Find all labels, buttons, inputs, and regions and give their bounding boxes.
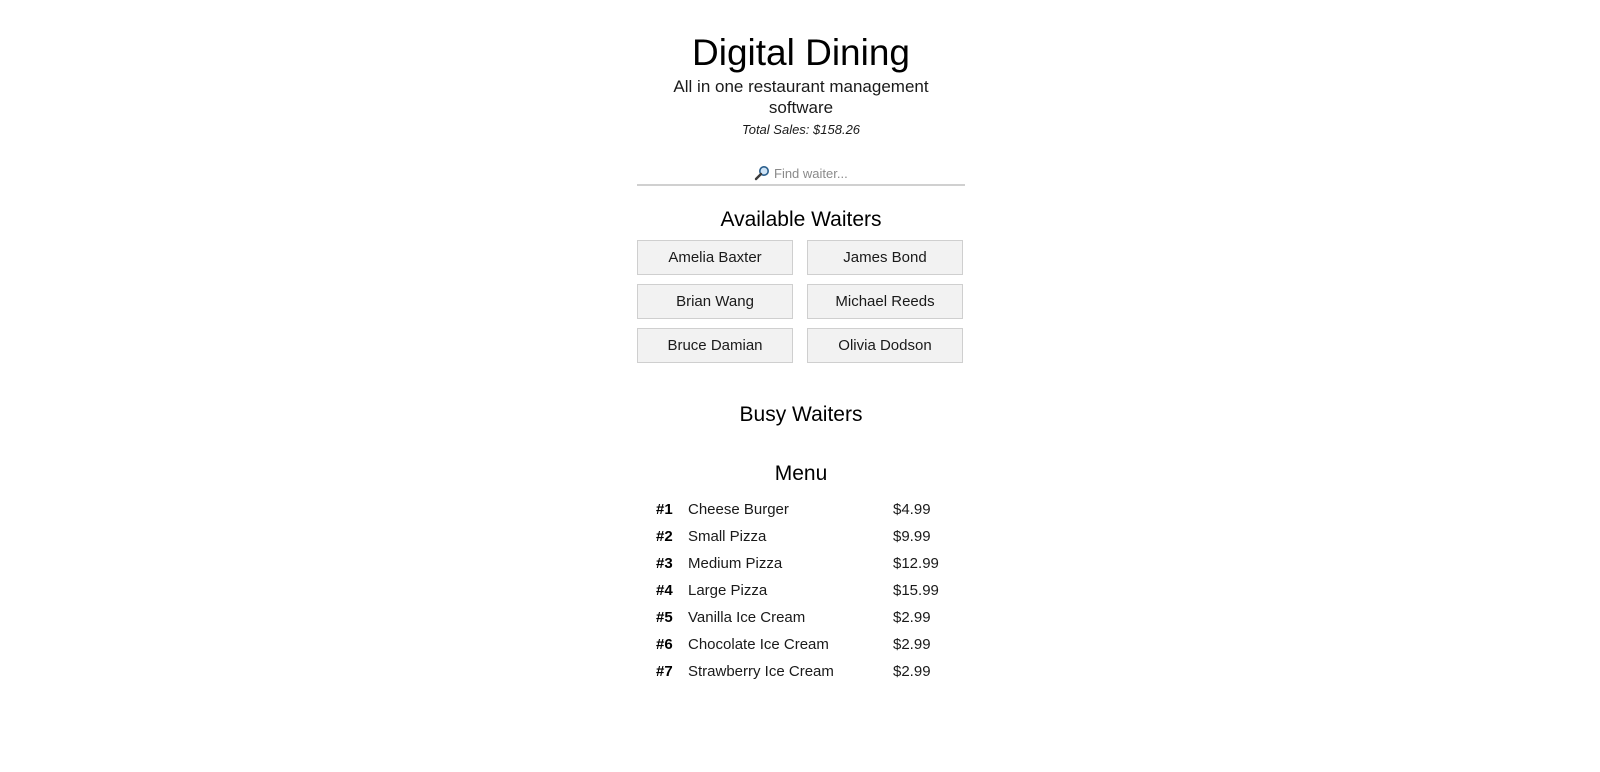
menu-item-name: Chocolate Ice Cream — [688, 636, 829, 653]
menu-item-name: Small Pizza — [688, 528, 767, 545]
menu-item-name: Vanilla Ice Cream — [688, 609, 806, 626]
page: Digital Dining All in one restaurant man… — [0, 0, 1600, 772]
waiter-search-inner — [754, 165, 894, 181]
app-tagline: All in one restaurant management softwar… — [673, 77, 929, 117]
menu-item: #2 Small Pizza $9.99 — [637, 523, 965, 550]
menu-item-number: #1 — [656, 501, 673, 518]
menu-item-price: $15.99 — [893, 582, 939, 599]
menu-item: #5 Vanilla Ice Cream $2.99 — [637, 604, 965, 631]
menu-item: #7 Strawberry Ice Cream $2.99 — [637, 658, 965, 685]
waiter-search — [637, 162, 965, 186]
menu-item: #6 Chocolate Ice Cream $2.99 — [637, 631, 965, 658]
menu-item-price: $2.99 — [893, 636, 931, 653]
menu-item-price: $9.99 — [893, 528, 931, 545]
menu-item: #3 Medium Pizza $12.99 — [637, 550, 965, 577]
magnifier-icon — [754, 165, 770, 181]
waiter-button-james-bond[interactable]: James Bond — [807, 240, 963, 275]
waiter-button-olivia-dodson[interactable]: Olivia Dodson — [807, 328, 963, 363]
menu-item-name: Strawberry Ice Cream — [688, 663, 834, 680]
waiter-button-brian-wang[interactable]: Brian Wang — [637, 284, 793, 319]
menu-item-number: #2 — [656, 528, 673, 545]
menu-item-name: Large Pizza — [688, 582, 768, 599]
menu-item-name: Cheese Burger — [688, 501, 789, 518]
menu-item-price: $4.99 — [893, 501, 931, 518]
menu-item-number: #4 — [656, 582, 673, 599]
menu-item-price: $12.99 — [893, 555, 939, 572]
busy-waiters-heading: Busy Waiters — [739, 403, 863, 426]
menu-item-number: #7 — [656, 663, 673, 680]
menu-item-number: #3 — [656, 555, 673, 572]
menu-item: #4 Large Pizza $15.99 — [637, 577, 965, 604]
app-title: Digital Dining — [692, 32, 910, 73]
menu-item-price: $2.99 — [893, 663, 931, 680]
menu-item-name: Medium Pizza — [688, 555, 783, 572]
menu-item-number: #6 — [656, 636, 673, 653]
menu-item-price: $2.99 — [893, 609, 931, 626]
total-sales: Total Sales: $158.26 — [741, 122, 861, 137]
menu-item: #1 Cheese Burger $4.99 — [637, 496, 965, 523]
available-waiters-heading: Available Waiters — [720, 208, 882, 231]
menu-item-number: #5 — [656, 609, 673, 626]
waiter-button-michael-reeds[interactable]: Michael Reeds — [807, 284, 963, 319]
menu-heading: Menu — [774, 462, 828, 485]
waiter-button-bruce-damian[interactable]: Bruce Damian — [637, 328, 793, 363]
waiter-button-amelia-baxter[interactable]: Amelia Baxter — [637, 240, 793, 275]
waiter-search-input[interactable] — [770, 165, 894, 181]
